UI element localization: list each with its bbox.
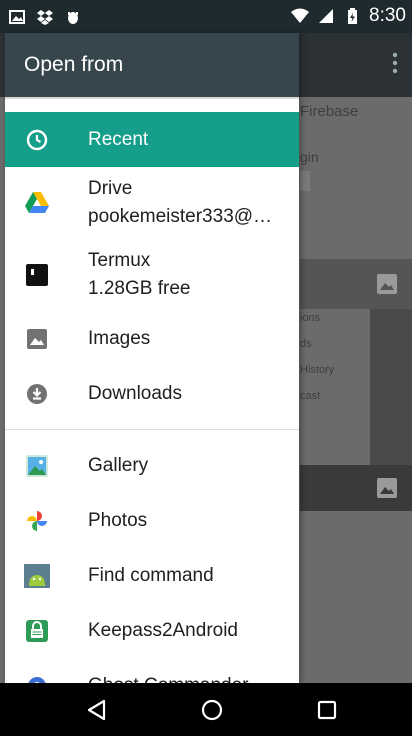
drawer-title: Open from xyxy=(24,53,124,76)
more-vert-icon xyxy=(392,52,398,74)
home-icon[interactable] xyxy=(199,697,225,723)
drawer-item-label: Recent xyxy=(88,129,149,150)
drawer-item-images[interactable]: Images xyxy=(5,311,299,366)
android-debug-icon xyxy=(68,12,78,24)
image-placeholder-icon xyxy=(377,274,397,294)
background-list-item-4: cast xyxy=(300,390,321,402)
dropbox-icon xyxy=(37,10,53,25)
drawer-item-ghost-commander[interactable]: Ghost Commander xyxy=(5,658,299,683)
drawer-item-sublabel: pookemeister333@… xyxy=(88,206,273,227)
back-icon[interactable] xyxy=(84,697,110,723)
background-title: Firebase xyxy=(300,103,359,120)
background-list-item-3: History xyxy=(300,364,335,376)
drawer-item-termux[interactable]: Termux 1.28GB free xyxy=(5,239,299,311)
drawer-item-downloads[interactable]: Downloads xyxy=(5,366,299,421)
background-subtext: gin xyxy=(300,149,319,165)
drawer-item-label: Drive xyxy=(88,178,133,199)
status-bar: 8:30 xyxy=(0,0,412,33)
keepass-icon xyxy=(24,618,50,644)
find-command-icon xyxy=(24,563,50,589)
background-list-item-2: ds xyxy=(300,338,312,350)
drawer-item-drive[interactable]: Drive pookemeister333@… xyxy=(5,167,299,239)
image-placeholder-icon xyxy=(377,478,397,498)
drawer-divider xyxy=(5,429,299,430)
drawer-item-keepass2android[interactable]: Keepass2Android xyxy=(5,603,299,658)
drawer-item-find-command[interactable]: Find command xyxy=(5,548,299,603)
header-spacer xyxy=(5,97,299,112)
background-field xyxy=(300,171,310,191)
drawer-item-label: Ghost Commander xyxy=(88,672,287,683)
drawer-item-label: Downloads xyxy=(88,383,182,404)
system-navigation-bar xyxy=(0,683,412,736)
drawer-item-label: Termux xyxy=(88,250,151,271)
recents-icon[interactable] xyxy=(314,697,340,723)
background-list-item-1: ions xyxy=(300,312,321,324)
wifi-icon xyxy=(291,8,310,23)
drawer-item-label: Find command xyxy=(88,565,214,586)
photo-notification-icon xyxy=(9,10,25,24)
drawer-item-label: Keepass2Android xyxy=(88,620,238,641)
clock-icon xyxy=(24,127,50,153)
drawer-item-recent[interactable]: Recent xyxy=(5,112,299,167)
termux-icon xyxy=(24,262,50,288)
google-drive-icon xyxy=(24,190,50,216)
battery-icon xyxy=(348,8,358,24)
signal-icon xyxy=(319,9,334,23)
drawer-item-label: Photos xyxy=(88,510,148,531)
ghost-commander-icon xyxy=(24,673,50,683)
gallery-icon xyxy=(24,453,50,479)
image-icon xyxy=(24,326,50,352)
drawer-item-photos[interactable]: Photos xyxy=(5,493,299,548)
drawer-header: Open from xyxy=(5,33,299,97)
clock-time: 8:30 xyxy=(369,5,406,26)
drawer-item-gallery[interactable]: Gallery xyxy=(5,438,299,493)
download-icon xyxy=(24,381,50,407)
drawer-item-sublabel: 1.28GB free xyxy=(88,278,191,299)
open-from-drawer: Open from Recent Drive pookemeister333@…… xyxy=(5,33,299,683)
drawer-item-label: Images xyxy=(88,328,151,349)
drawer-item-label: Gallery xyxy=(88,455,149,476)
google-photos-icon xyxy=(24,508,50,534)
